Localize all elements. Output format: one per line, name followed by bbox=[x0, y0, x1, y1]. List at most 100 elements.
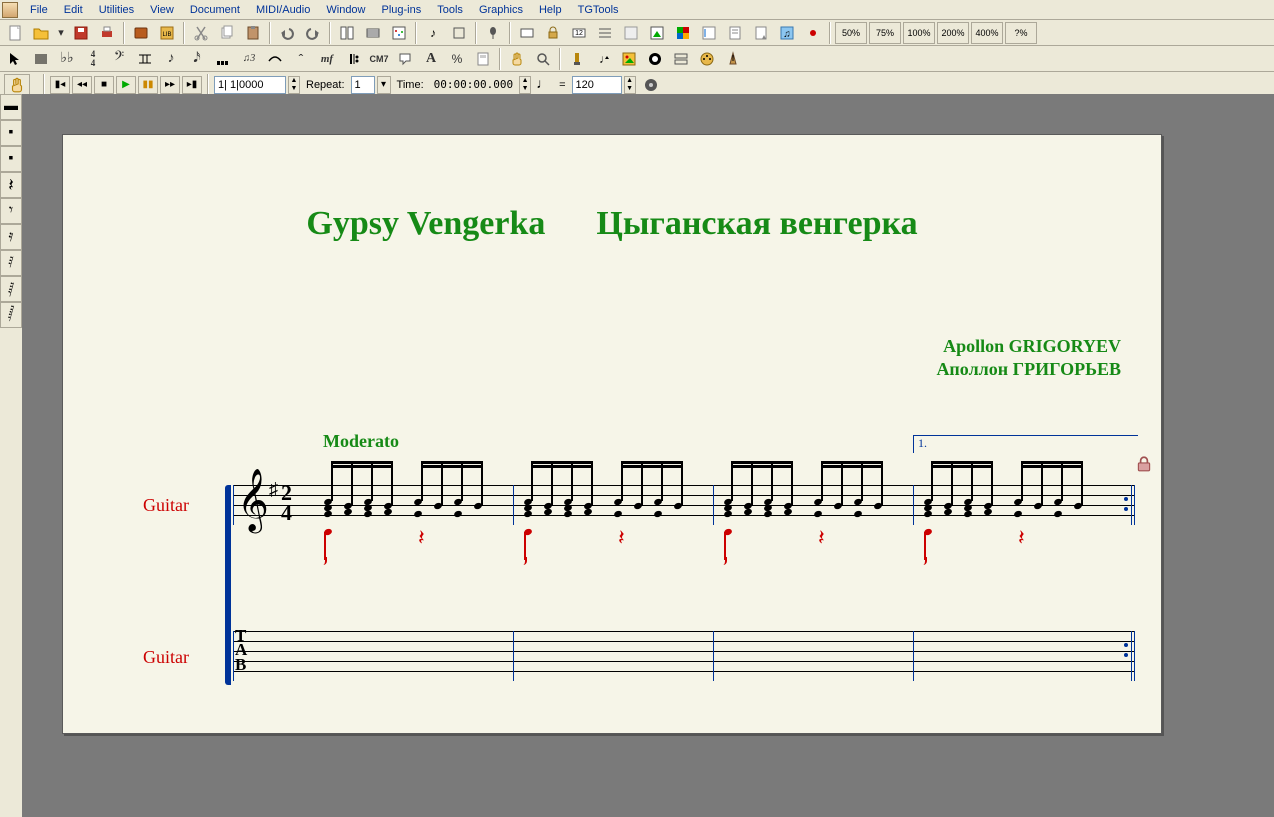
cut-button[interactable] bbox=[189, 22, 213, 44]
menu-view[interactable]: View bbox=[142, 2, 182, 18]
workspace[interactable]: Gypsy Vengerka Цыганская венгерка Apollo… bbox=[22, 94, 1274, 817]
hyperscribe-tool[interactable] bbox=[211, 48, 235, 70]
page-layout-tool[interactable] bbox=[471, 48, 495, 70]
step-back-button[interactable]: ◂◂ bbox=[72, 76, 92, 94]
staff-tool-a[interactable] bbox=[593, 22, 617, 44]
text-tool[interactable]: A bbox=[419, 48, 443, 70]
tool-2[interactable] bbox=[447, 22, 471, 44]
lock-tool[interactable] bbox=[541, 22, 565, 44]
mic-button[interactable] bbox=[481, 22, 505, 44]
chord-tool[interactable]: CM7 bbox=[367, 48, 391, 70]
menu-tools[interactable]: Tools bbox=[429, 2, 471, 18]
save-button[interactable] bbox=[69, 22, 93, 44]
zoom-50[interactable]: 50% bbox=[835, 22, 867, 44]
zoom-400[interactable]: 400% bbox=[971, 22, 1003, 44]
library-button[interactable]: LIB bbox=[155, 22, 179, 44]
menu-midi-audio[interactable]: MIDI/Audio bbox=[248, 2, 318, 18]
redo-button[interactable] bbox=[301, 22, 325, 44]
open-dropdown[interactable]: ▾ bbox=[55, 22, 67, 44]
repeat-value[interactable]: 1 bbox=[351, 76, 375, 94]
pause-button[interactable]: ▮▮ bbox=[138, 76, 158, 94]
clef-tool[interactable]: 𝄢 bbox=[107, 48, 131, 70]
staff-tool[interactable] bbox=[29, 48, 53, 70]
selection-tool[interactable] bbox=[3, 48, 27, 70]
open-file-button[interactable] bbox=[29, 22, 53, 44]
zoom-tool[interactable] bbox=[531, 48, 555, 70]
menu-edit[interactable]: Edit bbox=[56, 2, 91, 18]
palette-64th-rest[interactable]: 𝅁 bbox=[0, 276, 22, 302]
palette-32nd-rest[interactable]: 𝅀 bbox=[0, 250, 22, 276]
tempo-spin[interactable]: ▲▼ bbox=[624, 76, 636, 94]
book-button[interactable] bbox=[129, 22, 153, 44]
time-spin[interactable]: ▲▼ bbox=[519, 76, 531, 94]
studio-view-button[interactable] bbox=[387, 22, 411, 44]
page-view-button[interactable] bbox=[335, 22, 359, 44]
menu-graphics[interactable]: Graphics bbox=[471, 2, 531, 18]
zoom-75[interactable]: 75% bbox=[869, 22, 901, 44]
measure-num-tool[interactable]: 12 bbox=[567, 22, 591, 44]
menu-tgtools[interactable]: TGTools bbox=[570, 2, 627, 18]
palette-eighth-rest-1[interactable]: 𝄽 bbox=[0, 172, 22, 198]
palette-16th-rest[interactable]: 𝄿 bbox=[0, 224, 22, 250]
color-tool[interactable] bbox=[671, 22, 695, 44]
resize-tool[interactable]: % bbox=[445, 48, 469, 70]
menu-help[interactable]: Help bbox=[531, 2, 570, 18]
smart-shape-tool[interactable] bbox=[263, 48, 287, 70]
score-tool[interactable]: ♫ bbox=[775, 22, 799, 44]
rewind-button[interactable]: ▮◂ bbox=[50, 76, 70, 94]
midi-tool[interactable] bbox=[695, 48, 719, 70]
key-sig-tool[interactable]: ♭♭ bbox=[55, 48, 79, 70]
menu-document[interactable]: Document bbox=[182, 2, 248, 18]
ossia-tool[interactable] bbox=[669, 48, 693, 70]
graphic-tool[interactable] bbox=[645, 22, 669, 44]
hand-tool-big[interactable] bbox=[4, 74, 30, 96]
new-file-button[interactable] bbox=[3, 22, 27, 44]
tool-1[interactable]: ♪ bbox=[421, 22, 445, 44]
palette-eighth-rest-2[interactable]: 𝄾 bbox=[0, 198, 22, 224]
simple-entry-tool[interactable]: ♪ bbox=[159, 48, 183, 70]
page-tool[interactable] bbox=[749, 22, 773, 44]
note-mover-tool[interactable]: ♩ bbox=[591, 48, 615, 70]
tempo-input[interactable] bbox=[572, 76, 622, 94]
menu-plugins[interactable]: Plug-ins bbox=[374, 2, 430, 18]
menu-utilities[interactable]: Utilities bbox=[91, 2, 142, 18]
treble-staff[interactable]: 𝄞 ♯ 2 4 bbox=[233, 485, 1135, 525]
expression-tool[interactable]: mf bbox=[315, 48, 339, 70]
step-fwd-button[interactable]: ▸▸ bbox=[160, 76, 180, 94]
extra-tool[interactable] bbox=[801, 22, 825, 44]
palette-128th-rest[interactable]: 𝅂 bbox=[0, 302, 22, 328]
lyrics-tool[interactable] bbox=[393, 48, 417, 70]
doc-tool[interactable] bbox=[723, 22, 747, 44]
measure-tool[interactable] bbox=[515, 22, 539, 44]
graphics-tool[interactable] bbox=[617, 48, 641, 70]
special-tools-button[interactable] bbox=[565, 48, 589, 70]
measure-tool-2[interactable] bbox=[133, 48, 157, 70]
scroll-view-button[interactable] bbox=[361, 22, 385, 44]
play-button[interactable]: ▶ bbox=[116, 76, 136, 94]
fast-fwd-button[interactable]: ▸▮ bbox=[182, 76, 202, 94]
undo-button[interactable] bbox=[275, 22, 299, 44]
staff-system-1[interactable]: 𝄞 ♯ 2 4 bbox=[233, 485, 1135, 575]
repeat-tool[interactable] bbox=[341, 48, 365, 70]
palette-half-rest[interactable]: ▪ bbox=[0, 120, 22, 146]
brace-tool[interactable] bbox=[697, 22, 721, 44]
print-button[interactable] bbox=[95, 22, 119, 44]
measure-display[interactable]: 1| 1|0000 bbox=[214, 76, 286, 94]
menu-window[interactable]: Window bbox=[318, 2, 373, 18]
measure-spin[interactable]: ▲▼ bbox=[288, 76, 300, 94]
repeat-dropdown[interactable]: ▾ bbox=[377, 76, 391, 94]
tuplet-tool[interactable]: ♫3 bbox=[237, 48, 261, 70]
hand-grabber-tool[interactable] bbox=[505, 48, 529, 70]
staff-tool-b[interactable] bbox=[619, 22, 643, 44]
copy-button[interactable] bbox=[215, 22, 239, 44]
stop-button[interactable]: ■ bbox=[94, 76, 114, 94]
zoom-100[interactable]: 100% bbox=[903, 22, 935, 44]
speedy-entry-tool[interactable]: 𝅘𝅥𝅯 bbox=[185, 48, 209, 70]
tempo-tool[interactable] bbox=[721, 48, 745, 70]
time-sig-tool[interactable]: 44 bbox=[81, 48, 105, 70]
zoom-custom[interactable]: ?% bbox=[1005, 22, 1037, 44]
paste-button[interactable] bbox=[241, 22, 265, 44]
zoom-200[interactable]: 200% bbox=[937, 22, 969, 44]
tab-staff[interactable] bbox=[233, 631, 1135, 681]
audio-settings-button[interactable] bbox=[639, 74, 663, 96]
